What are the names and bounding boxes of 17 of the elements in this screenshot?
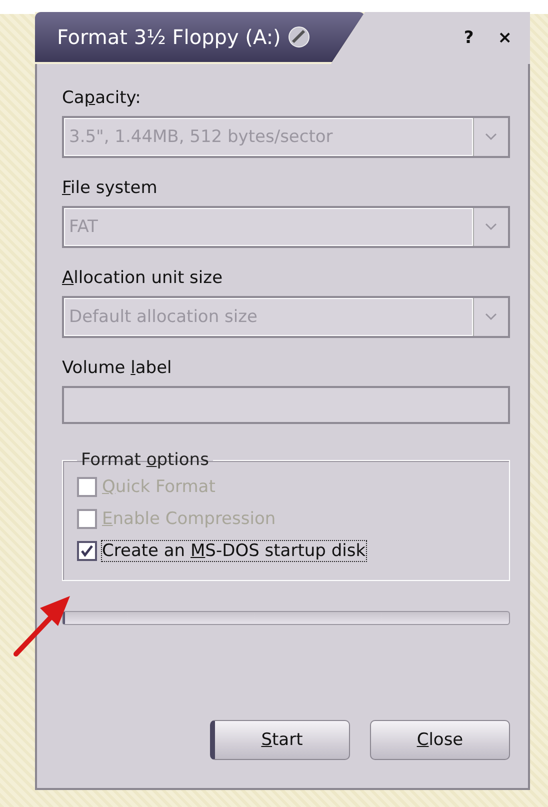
input-field[interactable] (62, 386, 510, 424)
checkbox-label[interactable]: Create an MS-DOS startup disk (101, 540, 367, 562)
pin-icon[interactable] (286, 25, 311, 49)
checkbox[interactable] (77, 541, 97, 561)
field-label: Allocation unit size (62, 268, 224, 288)
close-button[interactable]: × (498, 28, 512, 48)
chevron-down-icon (485, 313, 497, 321)
chevron-down-icon (485, 133, 497, 141)
help-button[interactable]: ? (464, 28, 474, 48)
dialog-button[interactable]: Close (370, 720, 510, 760)
window-title: Format 3½ Floppy (A:) (57, 25, 281, 49)
field-label: Capacity: (62, 88, 142, 108)
field-label: Volume label (62, 358, 173, 378)
dialog-button[interactable]: Start (210, 720, 350, 760)
chevron-down-icon (485, 223, 497, 231)
field-label: File system (62, 178, 158, 198)
group-title: Format options (80, 450, 210, 470)
